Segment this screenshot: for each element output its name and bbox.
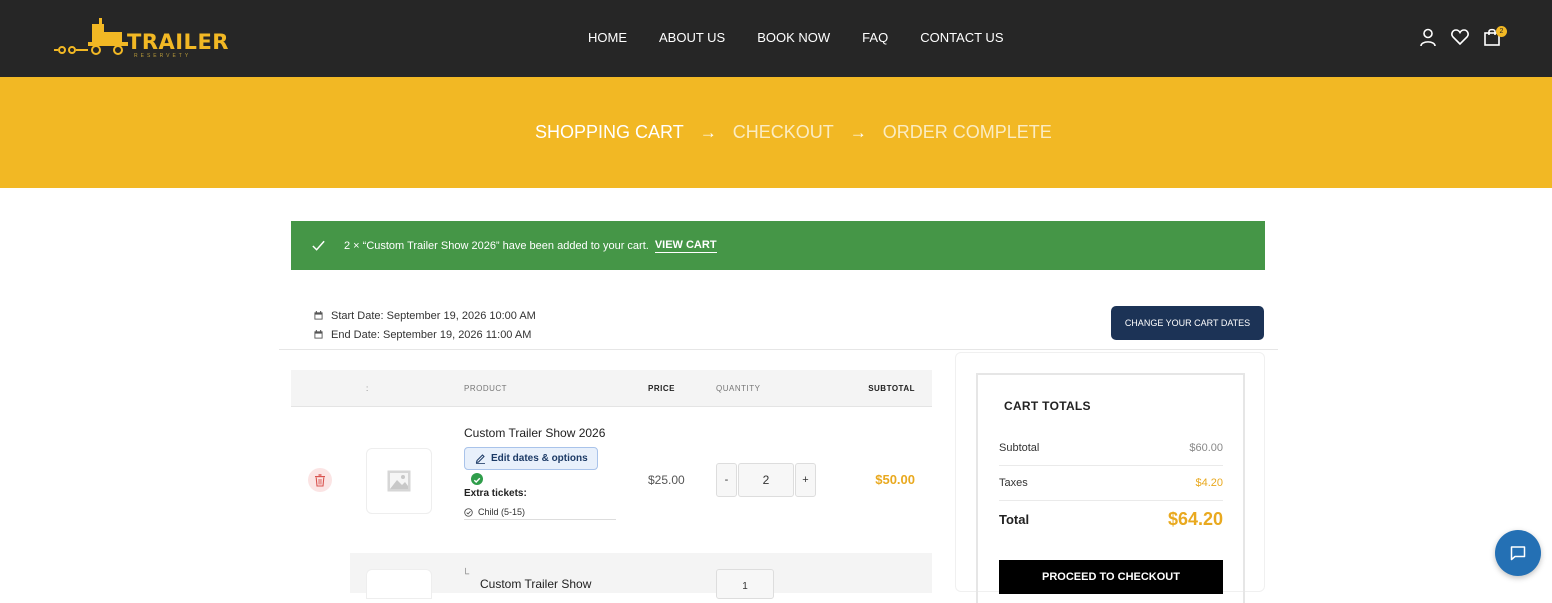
item-price: $25.00 [648, 473, 685, 487]
nav-faq[interactable]: FAQ [862, 30, 888, 45]
start-date: Start Date: September 19, 2026 10:00 AM [331, 309, 536, 322]
product-thumbnail[interactable] [366, 569, 432, 599]
col-header-price: PRICE [648, 384, 675, 393]
check-circle-icon [471, 473, 483, 485]
edit-dates-options-label: Edit dates & options [491, 453, 588, 464]
nav-book-now[interactable]: BOOK NOW [757, 30, 830, 45]
product-name[interactable]: Custom Trailer Show 2026 [464, 426, 605, 440]
calendar-icon [314, 330, 323, 339]
step-arrow: → [849, 122, 867, 142]
trailer-truck-icon [54, 18, 128, 55]
cart-table: : PRODUCT PRICE QUANTITY SUBTOTAL Custom… [291, 370, 932, 599]
added-to-cart-notice: 2 × “Custom Trailer Show 2026” have been… [291, 221, 1265, 270]
logo-wordmark: TRAILER [127, 30, 229, 54]
checkout-steps-banner: SHOPPING CART → CHECKOUT → ORDER COMPLET… [0, 77, 1552, 188]
image-placeholder-icon [387, 470, 411, 492]
subtotal-label: Subtotal [999, 442, 1040, 454]
col-header-thumbnail: : [366, 384, 369, 393]
quantity-input[interactable] [738, 463, 794, 497]
step-arrow: → [699, 122, 717, 142]
check-circle-outline-icon [464, 507, 473, 517]
subtotal-value: $60.00 [1189, 442, 1223, 454]
pencil-icon [475, 454, 485, 464]
notice-message: 2 × “Custom Trailer Show 2026” have been… [344, 239, 649, 252]
cart-dates: Start Date: September 19, 2026 10:00 AM … [314, 306, 536, 344]
change-cart-dates-button[interactable]: CHANGE YOUR CART DATES [1111, 306, 1264, 340]
taxes-label: Taxes [999, 477, 1028, 489]
edit-dates-options-button[interactable]: Edit dates & options [464, 447, 598, 470]
cart-count-badge: 2 [1496, 26, 1507, 37]
site-logo[interactable]: TRAILER RESERVETY [52, 18, 228, 60]
main-nav: HOME ABOUT US BOOK NOW FAQ CONTACT US [588, 30, 1036, 45]
item-subtotal: $50.00 [875, 472, 915, 487]
top-header: TRAILER RESERVETY HOME ABOUT US BOOK NOW… [0, 0, 1552, 77]
heart-icon[interactable] [1450, 27, 1470, 47]
step-shopping-cart[interactable]: SHOPPING CART [535, 122, 684, 143]
taxes-value: $4.20 [1195, 477, 1223, 489]
nav-about-us[interactable]: ABOUT US [659, 30, 725, 45]
checkout-steps: SHOPPING CART → CHECKOUT → ORDER COMPLET… [535, 122, 1052, 143]
remove-item-button[interactable] [308, 468, 332, 492]
divider [279, 349, 1278, 350]
total-label: Total [999, 512, 1030, 527]
extra-ticket-option: Child (5-15) [464, 505, 616, 520]
col-header-subtotal: SUBTOTAL [868, 384, 915, 393]
table-row: └ Custom Trailer Show 1 [291, 553, 932, 599]
quantity-display: 1 [716, 569, 774, 599]
cart-totals-title: CART TOTALS [1004, 399, 1091, 413]
check-icon [312, 240, 325, 251]
user-icon[interactable] [1418, 27, 1438, 47]
quantity-increase-button[interactable]: + [795, 463, 816, 497]
col-header-quantity: QUANTITY [716, 384, 761, 393]
product-name[interactable]: Custom Trailer Show [480, 577, 591, 591]
step-order-complete: ORDER COMPLETE [882, 122, 1052, 142]
cart-totals-box: CART TOTALS Subtotal $60.00 Taxes $4.20 … [976, 373, 1245, 603]
chat-bubble-icon [1510, 546, 1526, 561]
total-value: $64.20 [1167, 509, 1223, 529]
trash-icon [315, 473, 325, 487]
step-checkout[interactable]: CHECKOUT [733, 122, 834, 143]
taxes-row: Taxes $4.20 [999, 466, 1223, 501]
nav-home[interactable]: HOME [588, 30, 627, 45]
quantity-stepper: - + [716, 463, 816, 497]
chat-widget-button[interactable] [1495, 530, 1541, 576]
table-row: Custom Trailer Show 2026 Edit dates & op… [291, 408, 932, 553]
calendar-icon [314, 311, 323, 320]
end-date-line: End Date: September 19, 2026 11:00 AM [314, 325, 536, 344]
cart-totals-panel: CART TOTALS Subtotal $60.00 Taxes $4.20 … [955, 352, 1265, 603]
extra-tickets-label: Extra tickets: [464, 488, 527, 499]
subtotal-row: Subtotal $60.00 [999, 431, 1223, 466]
logo-tagline: RESERVETY [134, 53, 192, 59]
col-header-product: PRODUCT [464, 384, 508, 393]
start-date-line: Start Date: September 19, 2026 10:00 AM [314, 306, 536, 325]
end-date: End Date: September 19, 2026 11:00 AM [331, 328, 532, 341]
child-item-marker: └ [462, 569, 470, 580]
view-cart-link[interactable]: VIEW CART [654, 239, 717, 253]
nav-contact-us[interactable]: CONTACT US [920, 30, 1003, 45]
proceed-to-checkout-button[interactable]: PROCEED TO CHECKOUT [999, 560, 1223, 594]
total-row: Total $64.20 [999, 509, 1223, 530]
row-gutter [291, 553, 350, 593]
product-thumbnail[interactable] [366, 448, 432, 514]
extra-ticket-name: Child (5-15) [478, 507, 526, 517]
quantity-decrease-button[interactable]: - [716, 463, 737, 497]
table-header: : PRODUCT PRICE QUANTITY SUBTOTAL [291, 370, 932, 407]
